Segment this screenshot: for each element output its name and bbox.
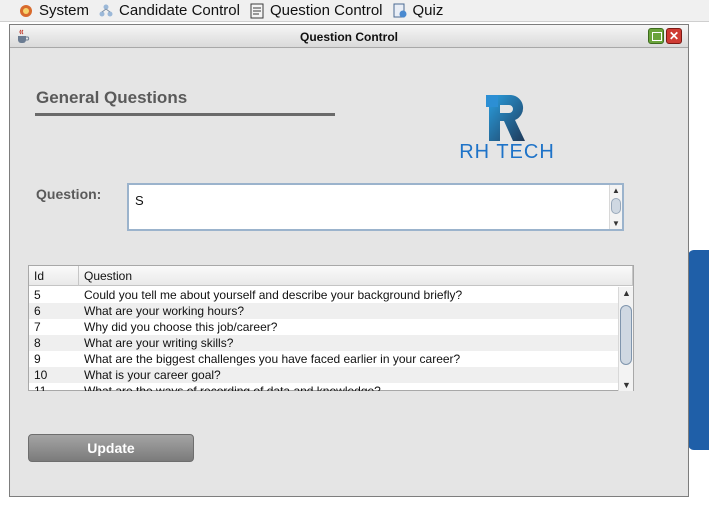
row-question: Could you tell me about yourself and des…	[84, 288, 463, 302]
table-scrollbar[interactable]: ▲ ▼	[618, 287, 633, 391]
section-divider	[35, 113, 335, 116]
menu-quiz[interactable]: Quiz	[392, 0, 444, 22]
scroll-up-icon[interactable]: ▲	[612, 186, 620, 195]
logo-text: RH TECH	[459, 141, 555, 163]
scroll-down-icon[interactable]: ▼	[612, 219, 620, 228]
rh-tech-logo: RH TECH	[447, 93, 567, 163]
question-scroll-thumb[interactable]	[611, 198, 621, 214]
window-titlebar[interactable]: Question Control ✕	[10, 25, 688, 48]
row-id: 7	[34, 320, 41, 334]
column-header-question[interactable]: Question	[79, 266, 633, 286]
row-id: 9	[34, 352, 41, 366]
logo-r-icon	[486, 95, 525, 141]
menu-candidate-control-label: Candidate Control	[119, 2, 240, 19]
question-label: Question:	[36, 186, 102, 202]
menu-system[interactable]: System	[18, 0, 89, 22]
update-button[interactable]: Update	[28, 434, 194, 462]
row-question: What are your working hours?	[84, 304, 245, 318]
row-id: 10	[34, 368, 48, 382]
row-question: What are your writing skills?	[84, 336, 234, 350]
question-control-window: Question Control ✕ General Questions RH …	[9, 24, 689, 497]
table-header: Id Question	[29, 266, 633, 286]
questions-table: Id Question 5 Could you tell me about yo…	[28, 265, 634, 391]
table-scroll-thumb[interactable]	[620, 305, 632, 365]
question-field[interactable]: S ▲ ▼	[127, 183, 624, 231]
table-row[interactable]: 8 What are your writing skills?	[29, 335, 618, 351]
menu-bar: System Candidate Control Question Contro…	[0, 0, 709, 22]
row-question: What are the ways of recording of data a…	[84, 384, 381, 391]
menu-question-control[interactable]: Question Control	[249, 0, 383, 22]
row-question: What are the biggest challenges you have…	[84, 352, 461, 366]
background-logo-letter	[688, 250, 709, 450]
table-body: 5 Could you tell me about yourself and d…	[29, 287, 618, 391]
window-content: General Questions RH TECH Question: S ▲ …	[11, 49, 687, 490]
row-id: 6	[34, 304, 41, 318]
row-id: 11	[34, 384, 47, 391]
row-question: Why did you choose this job/career?	[84, 320, 278, 334]
column-header-id[interactable]: Id	[29, 266, 79, 286]
people-icon	[99, 4, 113, 16]
row-id: 8	[34, 336, 41, 350]
menu-quiz-label: Quiz	[412, 2, 444, 19]
menu-system-label: System	[39, 2, 90, 19]
scroll-down-icon[interactable]: ▼	[622, 380, 631, 390]
row-id: 5	[34, 288, 41, 302]
scroll-up-icon[interactable]: ▲	[622, 288, 631, 298]
table-row[interactable]: 7 Why did you choose this job/career?	[29, 319, 618, 335]
maximize-button[interactable]	[648, 28, 664, 44]
window-title: Question Control	[300, 30, 398, 44]
question-scrollbar[interactable]: ▲ ▼	[609, 185, 622, 229]
system-icon	[20, 4, 32, 17]
table-row[interactable]: 9 What are the biggest challenges you ha…	[29, 351, 618, 367]
table-row[interactable]: 10 What is your career goal?	[29, 367, 618, 383]
close-button[interactable]: ✕	[666, 28, 682, 44]
quiz-icon	[393, 3, 406, 17]
menu-question-control-label: Question Control	[269, 2, 383, 19]
menu-candidate-control[interactable]: Candidate Control	[98, 0, 240, 22]
question-textarea[interactable]: S	[129, 185, 609, 229]
section-title: General Questions	[36, 88, 188, 107]
document-icon	[250, 3, 264, 18]
table-row[interactable]: 6 What are your working hours?	[29, 303, 618, 319]
table-row[interactable]: 11 What are the ways of recording of dat…	[29, 383, 618, 391]
row-question: What is your career goal?	[84, 368, 221, 382]
table-row[interactable]: 5 Could you tell me about yourself and d…	[29, 287, 618, 303]
